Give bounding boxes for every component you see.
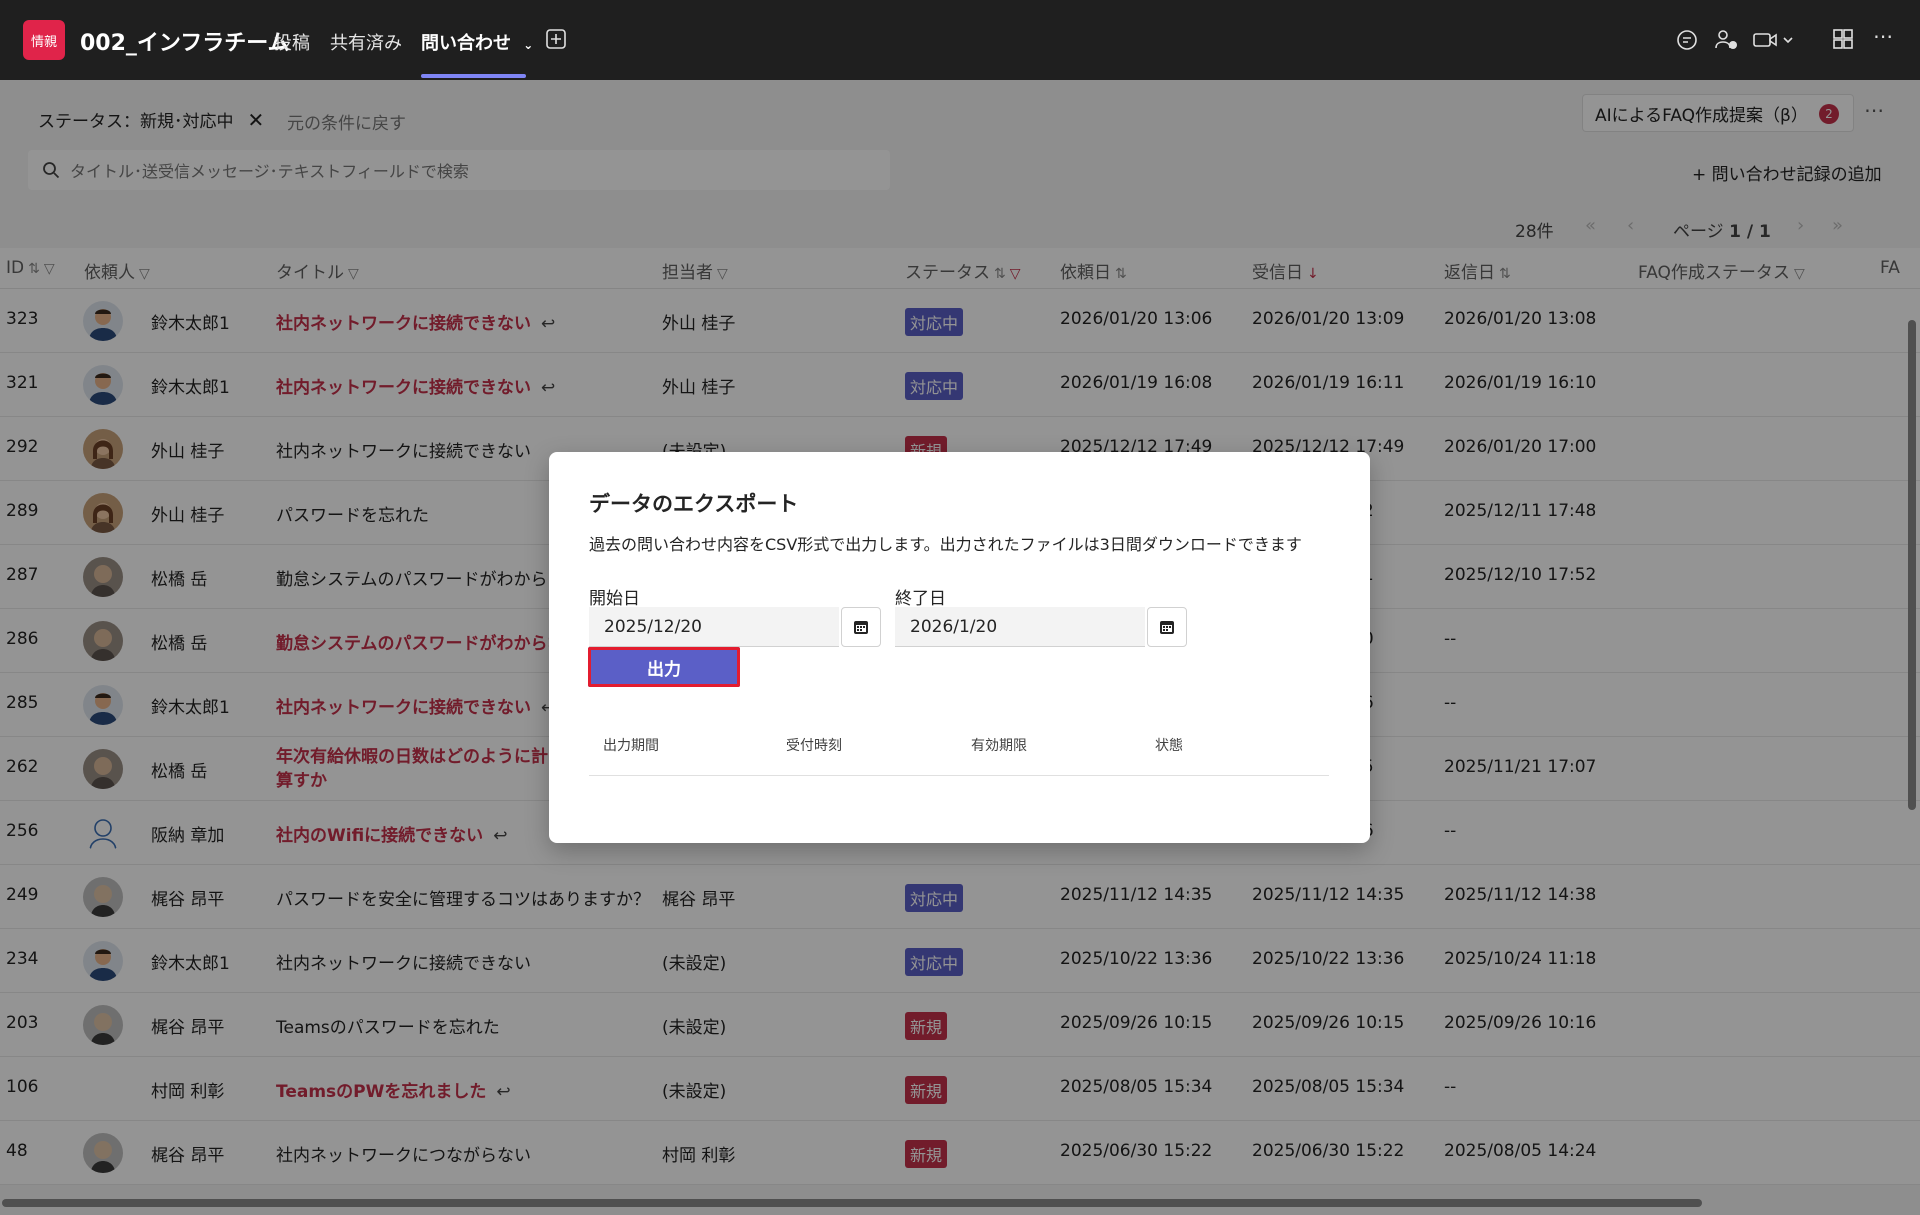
export-col-expiry: 有効期限 [971, 738, 1027, 754]
add-tab-icon[interactable] [545, 28, 571, 52]
tab-shared[interactable]: 共有済み [330, 29, 402, 55]
calendar-icon[interactable] [841, 607, 881, 647]
export-table-divider [589, 775, 1329, 776]
chat-icon[interactable] [1675, 28, 1701, 52]
export-col-received-time: 受付時刻 [786, 738, 842, 754]
apps-icon[interactable] [1832, 28, 1858, 52]
end-date-value: 2026/1/20 [910, 616, 998, 637]
tab-posts[interactable]: 投稿 [274, 29, 310, 55]
start-date-label: 開始日 [589, 589, 640, 609]
tab-inquiries[interactable]: 問い合わせ ⌄ [421, 29, 533, 55]
start-date-value: 2025/12/20 [604, 616, 702, 637]
video-call-icon[interactable] [1752, 28, 1802, 52]
chevron-down-icon: ⌄ [523, 38, 534, 52]
calendar-icon[interactable] [1147, 607, 1187, 647]
more-options-icon[interactable]: ⋯ [1873, 24, 1899, 48]
team-name[interactable]: 002_インフラチーム [80, 25, 290, 57]
team-icon[interactable]: 情親 [23, 20, 65, 60]
dialog-description: 過去の問い合わせ内容をCSV形式で出力します。出力されたファイルは3日間ダウンロ… [589, 535, 1302, 554]
active-tab-indicator [421, 74, 526, 78]
export-col-state: 状態 [1155, 738, 1183, 754]
end-date-label: 終了日 [895, 589, 946, 609]
people-settings-icon[interactable] [1714, 28, 1740, 52]
dialog-title: データのエクスポート [589, 492, 799, 516]
end-date-field[interactable]: 2026/1/20 [895, 607, 1145, 647]
tab-inquiries-label: 問い合わせ [421, 33, 511, 54]
start-date-field[interactable]: 2025/12/20 [589, 607, 839, 647]
top-bar: 情親 002_インフラチーム 投稿 共有済み 問い合わせ ⌄ ⋯ [0, 0, 1920, 80]
export-button[interactable]: 出力 [588, 647, 740, 687]
export-dialog: データのエクスポート 過去の問い合わせ内容をCSV形式で出力します。出力されたフ… [549, 452, 1370, 843]
export-col-period: 出力期間 [603, 738, 659, 754]
